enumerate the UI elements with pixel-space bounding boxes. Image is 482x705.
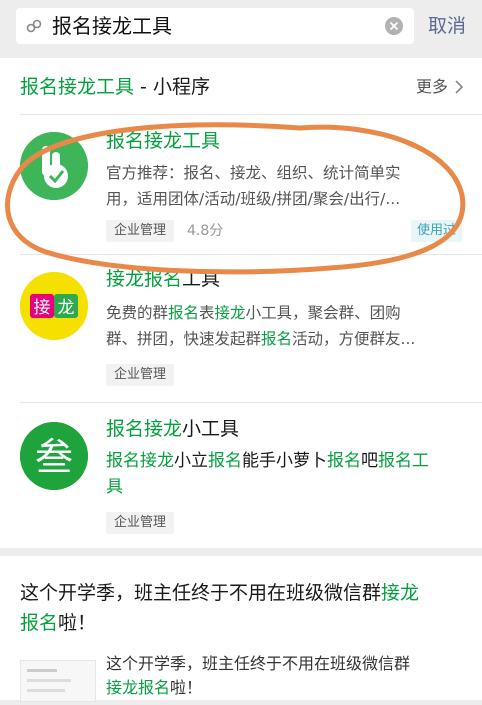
thumbnail-lines-icon	[27, 669, 71, 692]
text-run: 报名	[168, 304, 200, 322]
app-description: 报名接龙小立报名能手小萝卜报名吧报名工 具	[106, 448, 462, 500]
article-thumbnail	[20, 660, 96, 702]
text-run: 活动，方便群友...	[292, 330, 416, 348]
app-result-3[interactable]: 叁 报名接龙小工具 报名接龙小立报名能手小萝卜报名吧报名工 具 企业管理	[0, 406, 482, 546]
text-run: 能手小萝卜	[242, 451, 327, 471]
category-tag: 企业管理	[106, 512, 175, 534]
section-title: 报名接龙工具 - 小程序	[20, 74, 210, 100]
app-icon-2: 接 龙	[20, 272, 88, 340]
text-run: 小工具，聚会群、团购	[245, 304, 401, 322]
article-title: 这个开学季，班主任终于不用在班级微信群接龙报名啦！	[20, 578, 460, 638]
rating: 4.8分	[187, 223, 224, 239]
title-part: 报名接龙	[106, 418, 183, 440]
text-run: 这个开学季，班主任终于不用在班级微信群	[106, 654, 411, 673]
text-run: 报名工	[378, 451, 429, 471]
mini-program-icon	[26, 19, 42, 33]
app-title: 报名接龙小工具	[106, 416, 239, 442]
text-run: 报名接龙	[106, 451, 174, 471]
text-run: 接龙	[106, 678, 139, 697]
app-description-line: 用，适用团体/活动/班级/拼团/聚会/出行/...	[106, 190, 401, 208]
app-title: 接龙报名工具	[106, 266, 220, 292]
section-title-suffix: - 小程序	[134, 76, 210, 98]
app-title: 报名接龙工具	[106, 130, 221, 152]
text-run: 表	[199, 304, 215, 322]
app-result-2[interactable]: 接 龙 接龙报名工具 免费的群报名表接龙小工具，聚会群、团购 群、拼团，快速发起…	[0, 258, 482, 398]
app-description: 官方推荐：报名、接龙、组织、统计简单实 用，适用团体/活动/班级/拼团/聚会/出…	[106, 160, 462, 212]
divider	[20, 402, 482, 403]
app-description: 免费的群报名表接龙小工具，聚会群、团购 群、拼团，快速发起群报名活动，方便群友.…	[106, 300, 462, 352]
app-description-line: 免费的群报名表接龙小工具，聚会群、团购	[106, 300, 462, 326]
app-description-line: 群、拼团，快速发起群报名活动，方便群友...	[106, 326, 462, 352]
text-run: 报名	[327, 451, 361, 471]
text-run: 吧	[361, 451, 378, 471]
divider	[20, 254, 482, 255]
search-input[interactable]: 报名接龙工具	[52, 13, 172, 39]
san-logo-icon: 叁	[20, 422, 88, 490]
icon-char: 接	[34, 298, 51, 318]
text-run: 啦！	[58, 612, 97, 634]
divider	[20, 114, 482, 115]
text-run: 接龙	[381, 582, 420, 604]
app-description-line: 官方推荐：报名、接龙、组织、统计简单实	[106, 164, 401, 182]
text-run: 啦！	[170, 678, 203, 697]
hand-check-icon	[20, 132, 88, 200]
text-run: 小立	[174, 451, 208, 471]
section-title-keyword: 报名接龙工具	[20, 76, 135, 98]
chevron-right-icon	[455, 80, 464, 94]
article-summary: 这个开学季，班主任终于不用在班级微信群 接龙报名啦！	[106, 652, 466, 700]
title-part: 工具	[182, 268, 221, 290]
icon-char: 叁	[35, 435, 73, 479]
title-part: 报名	[144, 268, 183, 290]
article-result[interactable]: 这个开学季，班主任终于不用在班级微信群接龙 报名啦！ 这个开学季，班主任终于不用在…	[0, 556, 482, 702]
text-run: 报名	[20, 612, 59, 634]
app-description-line: 报名接龙小立报名能手小萝卜报名吧报名工	[106, 448, 462, 474]
search-box[interactable]: 报名接龙工具	[16, 8, 414, 44]
text-run: 报名	[138, 678, 171, 697]
text-run: 免费的群	[106, 304, 169, 322]
more-label: 更多	[415, 77, 448, 96]
title-part: 接龙	[106, 268, 145, 290]
icon-char: 龙	[58, 298, 75, 318]
app-icon-1	[20, 132, 88, 200]
mini-program-section: 报名接龙工具 - 小程序 更多 报名接龙工具 官方推荐：报名、接龙、组织、统计简…	[0, 58, 482, 548]
clear-icon[interactable]	[384, 16, 404, 36]
search-bar: 报名接龙工具 取消	[0, 0, 482, 54]
text-run: 报名	[208, 451, 242, 471]
jielong-logo-icon: 接 龙	[20, 272, 88, 340]
more-link[interactable]: 更多	[416, 76, 464, 98]
app-icon-3: 叁	[20, 422, 88, 490]
text-run: 这个开学季，班主任终于不用在班级微信群	[20, 582, 382, 604]
app-result-1[interactable]: 报名接龙工具 官方推荐：报名、接龙、组织、统计简单实 用，适用团体/活动/班级/…	[0, 118, 482, 250]
cancel-button[interactable]: 取消	[428, 13, 466, 39]
app-description-line: 具	[106, 474, 462, 500]
category-tag: 企业管理	[106, 220, 175, 242]
text-run: 接龙	[214, 304, 246, 322]
category-tag: 企业管理	[106, 364, 175, 386]
used-badge: 使用过	[410, 220, 462, 242]
title-part: 小工具	[182, 418, 240, 440]
text-run: 报名	[261, 330, 293, 348]
text-run: 具	[106, 477, 123, 497]
text-run: 群、拼团，快速发起群	[106, 330, 262, 348]
